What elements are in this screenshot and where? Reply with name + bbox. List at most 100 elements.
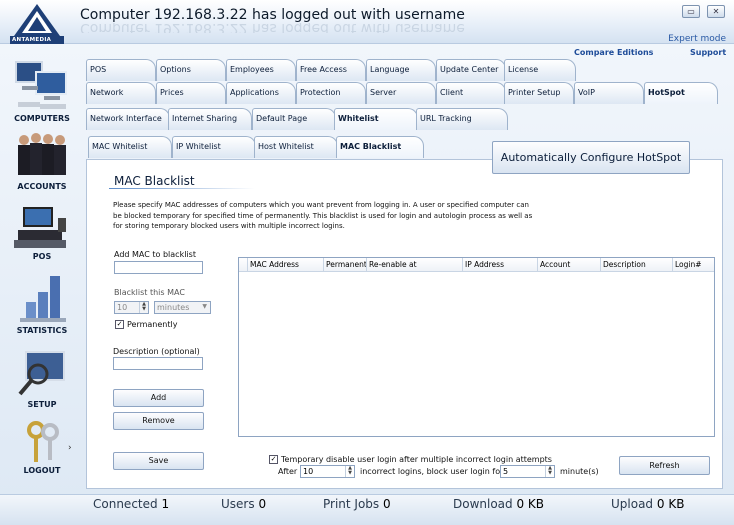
accounts-icon: [18, 133, 66, 175]
tab-ip-whitelist[interactable]: IP Whitelist: [172, 136, 256, 158]
add-mac-label: Add MAC to blacklist: [114, 250, 196, 259]
tab-options[interactable]: Options: [156, 59, 226, 81]
column-header-re-enable-at[interactable]: Re-enable at: [366, 258, 462, 272]
sidebar-label-accounts: ACCOUNTS: [17, 182, 67, 191]
add-mac-input[interactable]: [114, 261, 203, 274]
tab-license[interactable]: License: [504, 59, 576, 81]
column-header-description[interactable]: Description: [600, 258, 672, 272]
sidebar-label-setup: SETUP: [27, 400, 57, 409]
status-download-value: 0 KB: [516, 497, 545, 511]
tab-host-whitelist[interactable]: Host Whitelist: [254, 136, 338, 158]
sidebar-item-setup[interactable]: SETUP: [0, 348, 84, 409]
tab-network[interactable]: Network: [86, 82, 156, 104]
status-printjobs-value: 0: [383, 497, 391, 511]
tab-voip[interactable]: VoIP: [574, 82, 644, 104]
temp-disable-checkbox[interactable]: ✓: [269, 455, 278, 464]
block-minutes-value: 5: [503, 467, 509, 476]
tab-pos[interactable]: POS: [86, 59, 156, 81]
window-title: Computer 192.168.3.22 has logged out wit…: [80, 7, 465, 23]
tab-employees[interactable]: Employees: [226, 59, 296, 81]
incorrect-logins-spinner[interactable]: 10 ▲ ▼: [300, 465, 355, 478]
sidebar-label-pos: POS: [32, 252, 52, 261]
description-input[interactable]: [113, 357, 203, 370]
chevron-down-icon: ▼: [202, 303, 207, 310]
tab-row-2: Network Prices Applications Protection S…: [86, 82, 718, 104]
logo-text: ANTAMEDIA: [12, 37, 52, 43]
tab-prices[interactable]: Prices: [156, 82, 226, 104]
status-users: Users 0: [221, 497, 266, 511]
remove-button[interactable]: Remove: [113, 412, 204, 430]
status-print-jobs: Print Jobs 0: [323, 497, 391, 511]
sidebar-label-logout: LOGOUT: [23, 466, 61, 475]
status-bar: Connected 1 Users 0 Print Jobs 0 Downloa…: [0, 494, 734, 525]
spinner-arrows-icon: ▲ ▼: [545, 466, 554, 477]
panel-title: MAC Blacklist: [114, 174, 195, 188]
sidebar-item-accounts[interactable]: ACCOUNTS: [0, 130, 84, 191]
sidebar-label-computers: COMPUTERS: [14, 114, 70, 123]
keys-icon: [27, 421, 59, 462]
tab-mac-blacklist[interactable]: MAC Blacklist: [336, 136, 424, 158]
minimize-button[interactable]: ▭: [682, 5, 700, 18]
pos-register-icon: [14, 207, 66, 248]
tab-url-tracking[interactable]: URL Tracking: [416, 108, 508, 130]
status-connected: Connected 1: [93, 497, 169, 511]
tab-printer-setup[interactable]: Printer Setup: [504, 82, 574, 104]
column-header-account[interactable]: Account: [537, 258, 599, 272]
tab-network-interface[interactable]: Network Interface: [86, 108, 170, 130]
support-link[interactable]: Support: [690, 48, 726, 57]
tab-row-1: POS Options Employees Free Access Langua…: [86, 59, 586, 81]
minutes-label: minute(s): [560, 467, 599, 476]
column-header-login-count[interactable]: Login#: [672, 258, 714, 272]
tab-protection[interactable]: Protection: [296, 82, 366, 104]
permanently-checkbox[interactable]: ✓: [115, 320, 124, 329]
description-label: Description (optional): [113, 347, 200, 356]
table-header: MAC Address Permanent Re-enable at IP Ad…: [239, 258, 714, 272]
tab-whitelist[interactable]: Whitelist: [334, 108, 418, 130]
refresh-button[interactable]: Refresh: [619, 456, 710, 475]
tab-language[interactable]: Language: [366, 59, 436, 81]
save-button[interactable]: Save: [113, 452, 204, 470]
sidebar-item-pos[interactable]: POS: [0, 204, 84, 261]
incorrect-logins-value: 10: [303, 467, 314, 476]
auto-configure-hotspot-button[interactable]: Automatically Configure HotSpot: [492, 141, 690, 174]
sidebar-expand-arrow[interactable]: ›: [68, 443, 72, 453]
sidebar-item-computers[interactable]: COMPUTERS: [0, 56, 84, 123]
column-header-ip-address[interactable]: IP Address: [462, 258, 538, 272]
tab-row-4: MAC Whitelist IP Whitelist Host Whitelis…: [86, 136, 426, 158]
status-users-value: 0: [258, 497, 267, 511]
expert-mode-link[interactable]: Expert mode: [668, 34, 726, 44]
permanently-label: Permanently: [127, 320, 178, 329]
column-header-permanent[interactable]: Permanent: [323, 258, 367, 272]
blacklist-amount-spinner[interactable]: 10 ▲ ▼: [114, 301, 149, 314]
close-button[interactable]: ✕: [707, 5, 725, 18]
tab-applications[interactable]: Applications: [226, 82, 296, 104]
title-bar: ANTAMEDIA Computer 192.168.3.22 has logg…: [0, 0, 734, 44]
computers-icon: [15, 61, 67, 109]
tab-default-page[interactable]: Default Page: [252, 108, 336, 130]
status-users-label: Users: [221, 497, 255, 511]
tab-update-center[interactable]: Update Center: [436, 59, 506, 81]
incorrect-logins-label: incorrect logins, block user login for: [360, 467, 504, 476]
tab-hotspot[interactable]: HotSpot: [644, 82, 718, 104]
spinner-arrows-icon: ▲ ▼: [139, 302, 148, 313]
compare-editions-link[interactable]: Compare Editions: [574, 48, 653, 57]
tab-free-access[interactable]: Free Access: [296, 59, 366, 81]
status-upload-value: 0 KB: [656, 497, 685, 511]
mac-blacklist-table[interactable]: MAC Address Permanent Re-enable at IP Ad…: [238, 257, 715, 437]
spinner-arrows-icon: ▲ ▼: [345, 466, 354, 477]
tab-client[interactable]: Client: [436, 82, 506, 104]
tab-row-3: Network Interface Internet Sharing Defau…: [86, 108, 516, 130]
tab-server[interactable]: Server: [366, 82, 436, 104]
status-upload: Upload 0 KB: [611, 497, 684, 511]
block-minutes-spinner[interactable]: 5 ▲ ▼: [500, 465, 555, 478]
status-upload-label: Upload: [611, 497, 654, 511]
tab-mac-whitelist[interactable]: MAC Whitelist: [88, 136, 172, 158]
column-header-mac-address[interactable]: MAC Address: [247, 258, 324, 272]
sidebar-item-statistics[interactable]: STATISTICS: [0, 272, 84, 335]
after-label: After: [278, 467, 298, 476]
blacklist-unit-select[interactable]: minutes ▼: [154, 301, 211, 314]
blacklist-this-mac-label: Blacklist this MAC: [114, 288, 185, 297]
add-button[interactable]: Add: [113, 389, 204, 407]
status-download-label: Download: [453, 497, 513, 511]
tab-internet-sharing[interactable]: Internet Sharing: [168, 108, 252, 130]
